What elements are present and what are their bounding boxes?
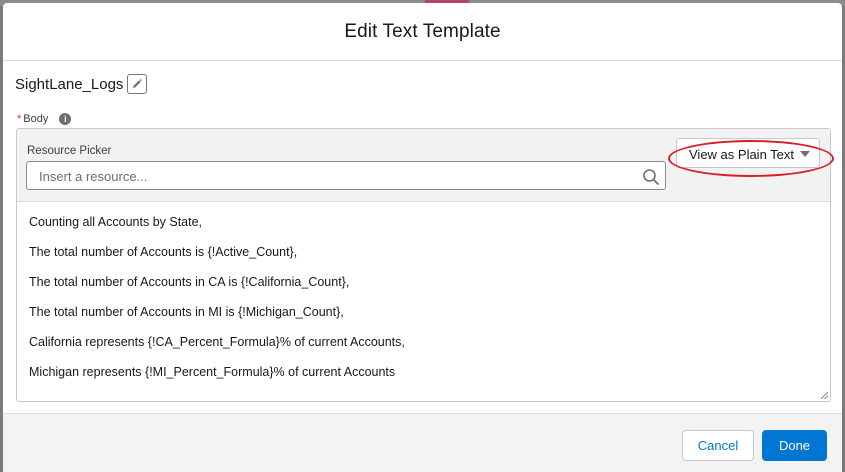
body-line: Counting all Accounts by State, <box>29 215 203 229</box>
rich-text-editor: Resource Picker Insert a resource... Vie… <box>16 128 831 402</box>
body-line: The total number of Accounts is {!Active… <box>29 245 298 259</box>
body-line: Michigan represents {!MI_Percent_Formula… <box>29 365 396 379</box>
body-label-text: Body <box>23 113 49 125</box>
body-line: The total number of Accounts in CA is {!… <box>29 275 350 289</box>
edit-text-template-modal: Edit Text Template SightLane_Logs * Body… <box>3 3 842 472</box>
modal-header: Edit Text Template <box>3 3 842 61</box>
done-button[interactable]: Done <box>762 430 827 461</box>
view-mode-dropdown[interactable]: View as Plain Text <box>676 138 820 168</box>
modal-footer: Cancel Done <box>3 413 842 472</box>
resource-picker-placeholder: Insert a resource... <box>39 169 148 184</box>
body-line: The total number of Accounts in MI is {!… <box>29 305 344 319</box>
cancel-button[interactable]: Cancel <box>682 430 754 461</box>
body-line: California represents {!CA_Percent_Formu… <box>29 335 405 349</box>
body-field-label: * Body i <box>17 111 72 127</box>
edit-name-button[interactable] <box>127 74 148 94</box>
view-mode-selected: View as Plain Text <box>689 147 795 162</box>
resize-grip-icon[interactable] <box>820 391 828 399</box>
info-icon[interactable]: i <box>59 113 72 125</box>
template-name-row: SightLane_Logs <box>15 73 148 95</box>
edit-pencil-icon <box>133 79 143 88</box>
resource-picker-input[interactable]: Insert a resource... <box>26 161 666 190</box>
search-icon <box>643 169 659 185</box>
template-name: SightLane_Logs <box>15 75 124 93</box>
required-marker: * <box>17 113 22 125</box>
modal-title: Edit Text Template <box>344 20 501 42</box>
resource-picker-label: Resource Picker <box>27 145 112 157</box>
template-body-text[interactable]: Counting all Accounts by State, The tota… <box>29 214 405 394</box>
chevron-down-icon <box>800 151 810 157</box>
editor-toolbar: Resource Picker Insert a resource... Vie… <box>17 129 830 202</box>
